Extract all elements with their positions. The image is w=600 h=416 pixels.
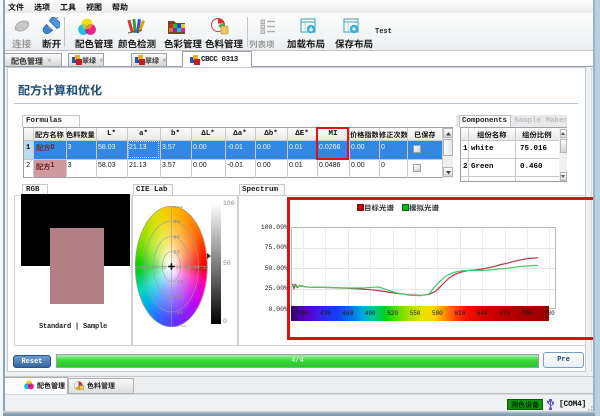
svg-text:90: 90 (173, 218, 180, 225)
svg-text:-90: -90 (139, 265, 148, 271)
svg-text:30: 30 (175, 265, 181, 271)
svg-text:-30: -30 (173, 279, 183, 286)
svg-text:120: 120 (173, 206, 183, 210)
svg-text:90: 90 (193, 265, 199, 271)
svg-text:30: 30 (173, 248, 180, 255)
svg-text:-60: -60 (148, 265, 157, 271)
svg-text:-120: -120 (173, 324, 186, 327)
svg-text:-90: -90 (173, 309, 183, 316)
svg-text:-30: -30 (157, 265, 166, 271)
svg-text:60: 60 (184, 265, 190, 271)
svg-text:120: 120 (202, 265, 208, 271)
svg-text:60: 60 (173, 233, 180, 240)
svg-text:-60: -60 (173, 294, 183, 301)
